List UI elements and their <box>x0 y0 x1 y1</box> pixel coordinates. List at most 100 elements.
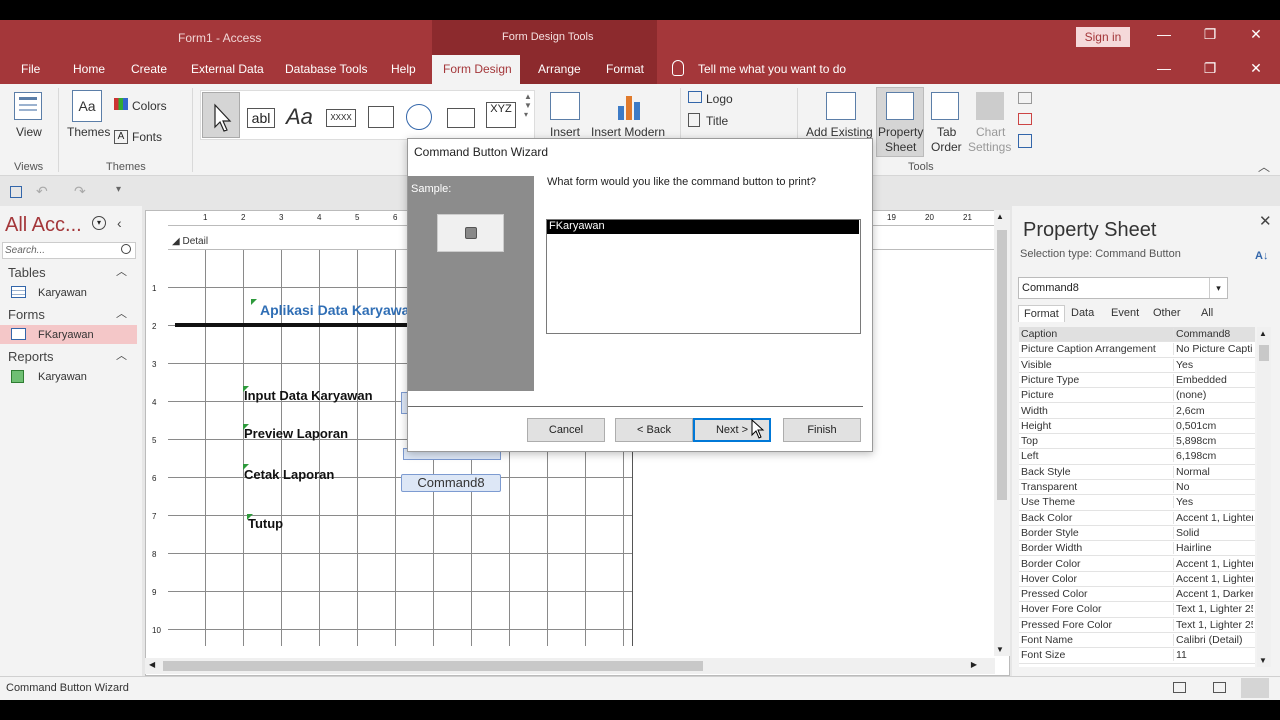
property-value[interactable]: Command8 <box>1173 328 1253 340</box>
view-button[interactable]: View <box>16 125 42 139</box>
sign-in-button[interactable]: Sign in <box>1076 27 1130 47</box>
cancel-button[interactable]: Cancel <box>527 418 605 442</box>
collapse-ribbon-icon[interactable]: ︿ <box>1258 158 1270 175</box>
tab-order-label-1[interactable]: Tab <box>937 125 956 139</box>
tab-file[interactable]: File <box>21 62 40 76</box>
label-tool-button[interactable]: Aa <box>286 104 313 130</box>
property-value[interactable]: Yes <box>1173 496 1253 509</box>
form-list[interactable] <box>546 219 861 334</box>
hyperlink-tool-button[interactable] <box>406 104 432 130</box>
ps-tab-all[interactable]: All <box>1196 305 1218 321</box>
property-row[interactable]: Hover Color Accent 1, Lighter <box>1019 572 1255 588</box>
property-row[interactable]: Font Size 11 <box>1019 648 1255 664</box>
tab-form-design[interactable]: Form Design <box>443 62 512 76</box>
form-title-label[interactable]: Aplikasi Data Karyawan <box>260 302 418 318</box>
property-row[interactable]: Use Theme Yes <box>1019 495 1255 511</box>
nav-item-fkaryawan-form[interactable]: FKaryawan <box>38 329 94 341</box>
navigation-tool-button[interactable]: XYZ <box>486 102 516 128</box>
chevron-down-icon[interactable]: ▾ <box>1209 278 1227 298</box>
property-row[interactable]: Picture Type Embedded <box>1019 373 1255 389</box>
ps-tab-data[interactable]: Data <box>1066 305 1099 321</box>
nav-group-forms[interactable]: Forms <box>8 307 45 322</box>
property-value[interactable]: Yes <box>1173 358 1253 371</box>
property-row[interactable]: Back Style Normal <box>1019 465 1255 480</box>
property-value[interactable]: Text 1, Lighter 25 <box>1173 603 1253 616</box>
property-value[interactable]: No Picture Caption <box>1173 343 1253 356</box>
view-code-icon[interactable] <box>1018 92 1032 104</box>
tell-me-search[interactable]: Tell me what you want to do <box>698 62 846 76</box>
property-value[interactable]: Embedded <box>1173 373 1253 386</box>
select-tool-button[interactable] <box>202 92 240 138</box>
property-row[interactable]: Font Name Calibri (Detail) <box>1019 633 1255 649</box>
property-row[interactable]: Transparent No <box>1019 480 1255 496</box>
property-value[interactable]: Hairline <box>1173 542 1253 555</box>
redo-icon[interactable]: ↷ <box>74 183 86 200</box>
doc-restore-icon[interactable]: ❐ <box>1187 60 1233 77</box>
logo-button[interactable]: Logo <box>706 92 733 106</box>
property-row[interactable]: Hover Fore Color Text 1, Lighter 25 <box>1019 602 1255 618</box>
ps-tab-other[interactable]: Other <box>1148 305 1186 321</box>
tab-home[interactable]: Home <box>73 62 105 76</box>
nav-search-input[interactable]: Search... <box>2 242 136 259</box>
tab-database-tools[interactable]: Database Tools <box>285 62 368 76</box>
add-existing-fields-button[interactable]: Add Existing <box>806 125 873 139</box>
customize-qat-icon[interactable]: ▾ <box>116 184 121 195</box>
shutter-bar-icon[interactable]: ‹ <box>117 215 122 231</box>
doc-close-icon[interactable]: ✕ <box>1233 60 1279 77</box>
tab-help[interactable]: Help <box>391 62 416 76</box>
property-value[interactable]: Text 1, Lighter 25 <box>1173 618 1253 631</box>
label-tutup[interactable]: Tutup <box>248 516 283 531</box>
command8-button[interactable]: Command8 <box>401 474 501 492</box>
nav-group-reports[interactable]: Reports <box>8 349 54 364</box>
tab-control-tool-button[interactable] <box>368 106 394 128</box>
doc-minimize-icon[interactable]: — <box>1141 60 1187 76</box>
property-value[interactable]: Accent 1, Darker <box>1173 588 1253 601</box>
nav-menu-chevron-icon[interactable]: ▾ <box>92 216 106 230</box>
undo-icon[interactable]: ↶ <box>36 183 48 200</box>
form-divider-line[interactable] <box>175 323 410 327</box>
subform-icon[interactable] <box>1018 134 1032 148</box>
property-value[interactable]: 0,501cm <box>1173 419 1253 432</box>
tab-order-label-2[interactable]: Order <box>931 140 962 154</box>
form-view-icon[interactable] <box>1173 682 1186 693</box>
button-tool-button[interactable]: XXXX <box>326 109 356 127</box>
collapse-chevron-icon[interactable]: ︿ <box>116 347 127 363</box>
back-button[interactable]: < Back <box>615 418 693 442</box>
property-value[interactable]: 5,898cm <box>1173 435 1253 448</box>
finish-button[interactable]: Finish <box>783 418 861 442</box>
property-value[interactable]: No <box>1173 481 1253 493</box>
sort-icon[interactable]: A↓ <box>1255 250 1268 262</box>
ps-tab-format[interactable]: Format <box>1018 305 1065 322</box>
object-selector-dropdown[interactable]: Command8 ▾ <box>1018 277 1228 299</box>
property-row[interactable]: Caption Command8 <box>1019 327 1255 343</box>
property-value[interactable]: Normal <box>1173 465 1253 478</box>
property-row[interactable]: Left 6,198cm <box>1019 449 1255 465</box>
property-row[interactable]: Border Width Hairline <box>1019 541 1255 557</box>
tab-format[interactable]: Format <box>606 62 644 76</box>
property-row[interactable]: Visible Yes <box>1019 358 1255 373</box>
tab-arrange[interactable]: Arrange <box>538 62 581 76</box>
nav-pane-title[interactable]: All Acc... <box>5 214 82 237</box>
property-value[interactable]: Accent 1, Lighter <box>1173 511 1253 524</box>
title-button[interactable]: Title <box>706 114 728 128</box>
property-value[interactable]: 2,6cm <box>1173 404 1253 417</box>
property-value[interactable]: Accent 1, Lighter <box>1173 557 1253 570</box>
save-icon[interactable] <box>10 186 22 198</box>
fonts-button[interactable]: Fonts <box>132 130 162 144</box>
restore-icon[interactable]: ❐ <box>1187 26 1233 43</box>
property-row[interactable]: Picture Caption Arrangement No Picture Ca… <box>1019 342 1255 358</box>
textbox-tool-button[interactable]: abl <box>247 108 275 128</box>
ps-tab-event[interactable]: Event <box>1106 305 1144 321</box>
nav-group-tables[interactable]: Tables <box>8 265 46 280</box>
label-input-data[interactable]: Input Data Karyawan <box>244 388 373 403</box>
minimize-icon[interactable]: — <box>1141 26 1187 42</box>
nav-item-karyawan-table[interactable]: Karyawan <box>38 287 87 299</box>
design-horizontal-scrollbar[interactable]: ◀ ▶ <box>145 658 995 674</box>
label-preview-laporan[interactable]: Preview Laporan <box>244 426 348 441</box>
property-row[interactable]: Picture (none) <box>1019 388 1255 404</box>
collapse-chevron-icon[interactable]: ︿ <box>116 305 127 321</box>
gallery-scroll-icon[interactable]: ▲ ▼ ▾ <box>524 92 534 138</box>
close-pane-icon[interactable]: ✕ <box>1259 212 1272 230</box>
property-row[interactable]: Pressed Color Accent 1, Darker <box>1019 587 1255 603</box>
tab-create[interactable]: Create <box>131 62 167 76</box>
